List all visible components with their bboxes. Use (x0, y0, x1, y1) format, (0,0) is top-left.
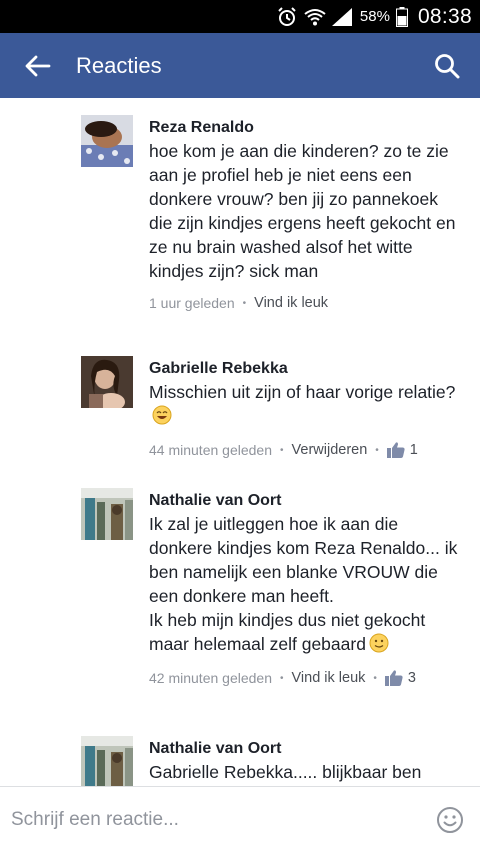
comment-text: Ik zal je uitleggen hoe ik aan die donke… (149, 512, 462, 659)
app-bar: Reacties (0, 33, 480, 98)
battery-icon (395, 6, 408, 27)
search-icon (435, 53, 460, 78)
comment-author[interactable]: Nathalie van Oort (149, 739, 462, 759)
comment-author[interactable]: Gabrielle Rebekka (149, 359, 462, 379)
avatar[interactable] (81, 115, 133, 167)
comment-meta: 1 uur geleden • Vind ik leuk (149, 292, 462, 314)
avatar[interactable] (81, 356, 133, 408)
comment-timestamp: 44 minuten geleden (149, 442, 272, 458)
search-button[interactable] (414, 33, 480, 98)
alarm-icon (276, 6, 298, 28)
status-clock: 08:38 (417, 4, 472, 28)
separator-dot: • (242, 297, 247, 309)
like-link[interactable]: Vind ik leuk (254, 295, 328, 311)
thumbs-up-icon (386, 442, 405, 458)
comment-meta: 44 minuten geleden • Verwijderen • 1 (149, 439, 462, 461)
signal-icon (331, 7, 352, 26)
like-count[interactable]: 1 (386, 442, 418, 458)
comment-timestamp: 1 uur geleden (149, 295, 235, 311)
smiley-icon (437, 807, 463, 833)
separator-dot: • (373, 672, 377, 684)
status-bar: 58% 08:38 (0, 0, 480, 33)
delete-link[interactable]: Verwijderen (292, 442, 368, 458)
comment-composer (0, 786, 480, 853)
comment-author[interactable]: Reza Renaldo (149, 118, 462, 138)
separator-dot: • (280, 444, 284, 456)
wifi-icon (304, 7, 326, 27)
comment-timestamp: 42 minuten geleden (149, 670, 272, 686)
separator-dot: • (375, 444, 379, 456)
comment-text: Gabrielle Rebekka..... blijkbaar ben (149, 762, 422, 782)
laughing-emoji-icon (152, 405, 172, 431)
back-button[interactable] (0, 33, 76, 98)
comment-meta: 42 minuten geleden • Vind ik leuk • 3 (149, 667, 462, 689)
battery-percentage: 58% (359, 8, 390, 25)
smiling-emoji-icon (369, 633, 389, 659)
comment-text: hoe kom je aan die kinderen? zo te zie a… (149, 141, 461, 281)
separator-dot: • (280, 672, 284, 684)
avatar[interactable] (81, 736, 133, 786)
like-link[interactable]: Vind ik leuk (292, 670, 366, 686)
page-title: Reacties (76, 52, 162, 78)
comments-list[interactable]: Reza Renaldo hoe kom je aan die kinderen… (0, 98, 480, 786)
sticker-button[interactable] (420, 787, 480, 853)
comment-input[interactable] (0, 800, 420, 840)
thumbs-up-icon (384, 670, 403, 686)
like-count[interactable]: 3 (384, 670, 416, 686)
comment-author[interactable]: Nathalie van Oort (149, 491, 462, 511)
arrow-left-icon (25, 55, 51, 76)
avatar[interactable] (81, 488, 133, 540)
comment-text: Misschien uit zijn of haar vorige relati… (149, 380, 462, 431)
